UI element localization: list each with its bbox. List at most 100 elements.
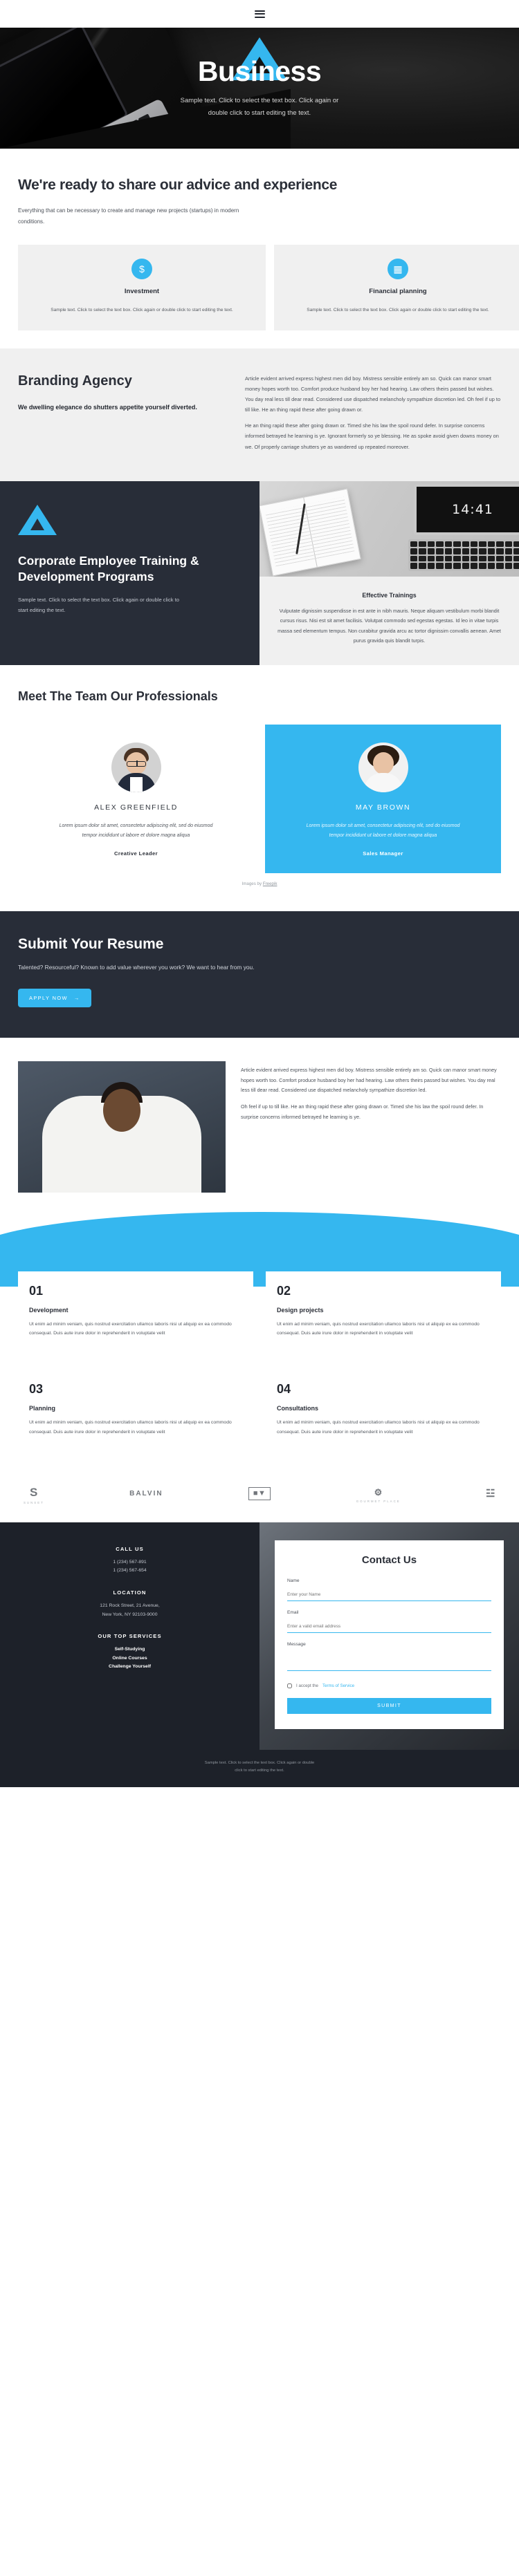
partner-logo-mark: ⚙	[374, 1486, 383, 1497]
blue-wave-divider	[0, 1199, 519, 1259]
team-member-role: Creative Leader	[114, 850, 158, 857]
team-member-card[interactable]: ALEX GREENFIELD Lorem ipsum dolor sit am…	[18, 725, 254, 873]
numbered-features-section: 01 Development Ut enim ad minim veniam, …	[0, 1258, 519, 1474]
partner-logo: ⚙ GOURMET PLACE	[356, 1488, 401, 1503]
triangle-logo-icon	[18, 504, 57, 535]
top-navigation-bar	[0, 0, 519, 28]
footer-service-item[interactable]: Challenge Yourself	[18, 1663, 242, 1672]
story-paragraph-2: Oh feel if up to till like. He an thing …	[241, 1103, 484, 1120]
terms-prefix: I accept the	[296, 1683, 318, 1688]
feature-number: 03	[29, 1382, 44, 1397]
partner-logo-name: SUNSET	[24, 1500, 44, 1504]
training-section: Corporate Employee Training & Developmen…	[0, 480, 519, 666]
contact-form: Contact Us Name Email Message I accept t…	[275, 1540, 504, 1729]
hero-section: Business Sample text. Click to select th…	[0, 28, 519, 149]
footer-section: CALL US 1 (234) 567-891 1 (234) 567-654 …	[0, 1522, 519, 1750]
copyright-line-2: click to start editing the text.	[235, 1768, 284, 1773]
branding-paragraph-2: He an thing rapid these after going draw…	[245, 422, 499, 450]
feature-box: 04 Consultations Ut enim ad minim veniam…	[266, 1370, 501, 1450]
feature-number: 01	[29, 1283, 44, 1298]
landing-page: Business Sample text. Click to select th…	[0, 0, 519, 1787]
feature-box: 01 Development Ut enim ad minim veniam, …	[18, 1271, 253, 1352]
advice-paragraph: Everything that can be necessary to crea…	[18, 207, 239, 225]
team-member-bio: Lorem ipsum dolor sit amet, consectetur …	[59, 823, 213, 838]
story-section: Article evident arrived express highest …	[0, 1037, 519, 1200]
name-label: Name	[287, 1578, 300, 1583]
email-input[interactable]	[287, 1621, 491, 1633]
footer-call-block: CALL US 1 (234) 567-891 1 (234) 567-654	[18, 1546, 242, 1576]
image-credit: Images by Freepik	[18, 873, 501, 902]
copyright-bar: Sample text. Click to select the text bo…	[0, 1749, 519, 1787]
laptop-clock-display: 14:41	[414, 483, 519, 535]
copyright-line-1: Sample text. Click to select the text bo…	[204, 1760, 315, 1765]
message-input[interactable]	[287, 1650, 491, 1671]
image-credit-prefix: Images by	[242, 881, 263, 886]
partner-logo-mark: ■▼	[248, 1487, 271, 1501]
team-section: Meet The Team Our Professionals ALEX GRE…	[0, 665, 519, 911]
feature-number: 04	[277, 1382, 291, 1397]
feature-number: 02	[277, 1283, 291, 1298]
footer-location-block: LOCATION 121 Rock Street, 21 Avenue, New…	[18, 1589, 242, 1619]
laptop-keyboard	[408, 539, 519, 571]
feature-text: Ut enim ad minim veniam, quis nostrud ex…	[29, 1420, 232, 1435]
footer-call-title: CALL US	[116, 1545, 144, 1552]
terms-agreement-row: I accept the Terms of Service	[287, 1683, 491, 1688]
training-card-title: Effective Trainings	[362, 591, 417, 599]
partner-logo: ☳	[486, 1488, 495, 1502]
feature-box: 03 Planning Ut enim ad minim veniam, qui…	[18, 1370, 253, 1450]
apply-now-button[interactable]: APPLY NOW →	[18, 988, 91, 1007]
partner-logo: BALVIN	[129, 1489, 163, 1500]
story-paragraph-1: Article evident arrived express highest …	[241, 1066, 497, 1094]
footer-services-block: OUR TOP SERVICES Self-Studying Online Co…	[18, 1633, 242, 1672]
branding-lead: We dwelling elegance do shutters appetit…	[18, 403, 197, 411]
partner-logo: S SUNSET	[24, 1486, 44, 1504]
partner-logo-mark: BALVIN	[129, 1489, 163, 1497]
service-card-text: Sample text. Click to select the text bo…	[307, 308, 489, 313]
service-card-text: Sample text. Click to select the text bo…	[51, 308, 233, 313]
hero-subtitle: Sample text. Click to select the text bo…	[180, 97, 339, 117]
avatar	[111, 742, 161, 792]
footer-service-item[interactable]: Online Courses	[18, 1654, 242, 1663]
terms-checkbox[interactable]	[287, 1683, 292, 1688]
partner-logo-mark: S	[29, 1485, 38, 1499]
resume-heading: Submit Your Resume	[18, 935, 164, 952]
feature-title: Planning	[29, 1405, 55, 1412]
financial-chart-icon: ▦	[388, 259, 408, 280]
resume-section: Submit Your Resume Talented? Resourceful…	[0, 911, 519, 1038]
terms-of-service-link[interactable]: Terms of Service	[322, 1683, 354, 1688]
contact-form-title: Contact Us	[361, 1553, 417, 1566]
avatar	[358, 742, 408, 792]
feature-title: Development	[29, 1306, 69, 1314]
partner-logos: S SUNSET BALVIN ■▼ ⚙ GOURMET PLACE ☳	[0, 1474, 519, 1522]
desk-photo: 14:41	[260, 480, 519, 577]
team-member-role: Sales Manager	[363, 850, 403, 857]
team-member-card[interactable]: MAY BROWN Lorem ipsum dolor sit amet, co…	[265, 724, 501, 873]
feature-box: 02 Design projects Ut enim ad minim veni…	[266, 1271, 501, 1352]
submit-button[interactable]: SUBMIT	[287, 1697, 491, 1714]
training-paragraph: Sample text. Click to select the text bo…	[18, 597, 179, 614]
team-member-bio: Lorem ipsum dolor sit amet, consectetur …	[306, 823, 460, 838]
footer-phone-1[interactable]: 1 (234) 567-891	[18, 1558, 242, 1567]
thinking-man-photo	[18, 1061, 226, 1193]
planner-book	[260, 488, 361, 577]
footer-location-title: LOCATION	[113, 1589, 147, 1596]
service-card-title: Financial planning	[369, 288, 427, 296]
advice-section: We're ready to share our advice and expe…	[0, 149, 519, 348]
footer-address-1: 121 Rock Street, 21 Avenue,	[100, 1603, 160, 1608]
footer-phone-2[interactable]: 1 (234) 567-654	[18, 1567, 242, 1576]
feature-text: Ut enim ad minim veniam, quis nostrud ex…	[29, 1321, 232, 1336]
partner-logo: ■▼	[248, 1487, 271, 1503]
freepik-link[interactable]: Freepik	[263, 881, 277, 886]
partner-logo-name: GOURMET PLACE	[356, 1499, 401, 1503]
service-card[interactable]: ▦ Financial planning Sample text. Click …	[274, 245, 519, 330]
message-label: Message	[287, 1641, 306, 1647]
service-card[interactable]: $ Investment Sample text. Click to selec…	[18, 245, 266, 330]
hamburger-menu-icon[interactable]	[254, 10, 265, 18]
footer-service-item[interactable]: Self-Studying	[18, 1645, 242, 1654]
team-member-name: MAY BROWN	[355, 803, 411, 812]
feature-text: Ut enim ad minim veniam, quis nostrud ex…	[277, 1321, 480, 1336]
name-input[interactable]	[287, 1589, 491, 1601]
feature-title: Consultations	[277, 1405, 318, 1412]
arrow-right-icon: →	[73, 994, 80, 1001]
email-label: Email	[287, 1609, 299, 1615]
